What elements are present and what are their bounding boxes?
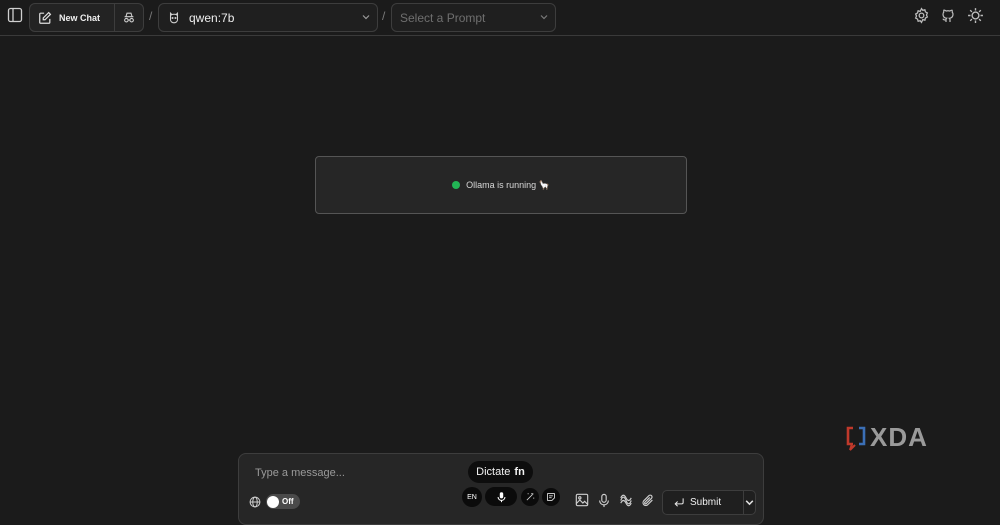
dictate-tooltip-key: fn — [514, 466, 525, 478]
paperclip-icon[interactable] — [641, 493, 655, 508]
web-search-toggle[interactable]: Off — [266, 494, 300, 509]
llama-icon — [169, 11, 179, 23]
dictate-tooltip: Dictate fn — [468, 461, 533, 483]
settings-cog-icon — [968, 8, 983, 23]
sidebar-icon — [7, 7, 23, 23]
submit-button[interactable]: Submit — [663, 491, 744, 514]
chevron-down-icon — [745, 500, 754, 506]
microphone-icon[interactable] — [597, 493, 611, 508]
dictation-language-button[interactable]: EN — [462, 487, 482, 507]
sidebar-toggle-button[interactable] — [6, 6, 24, 24]
incognito-icon — [124, 12, 134, 22]
dictate-tooltip-label: Dictate — [476, 466, 511, 478]
dictation-mic-button[interactable] — [485, 487, 517, 506]
edit-icon — [39, 11, 52, 24]
status-card: Ollama is running 🦙 — [315, 156, 687, 214]
dictation-language-label: EN — [467, 493, 477, 501]
magic-wand-icon — [526, 492, 535, 501]
github-icon — [942, 9, 954, 22]
github-button[interactable] — [940, 7, 956, 29]
top-bar: New Chat / qwen:7b / Select a Prompt — [0, 0, 1000, 36]
submit-label: Submit — [690, 497, 722, 508]
xda-watermark: XDA — [845, 422, 928, 453]
prompt-select[interactable]: Select a Prompt — [391, 3, 556, 32]
message-input[interactable] — [253, 464, 467, 482]
new-chat-label: New Chat — [59, 12, 101, 23]
new-chat-button[interactable]: New Chat — [30, 4, 115, 31]
model-select[interactable]: qwen:7b — [158, 3, 378, 32]
model-select-value: qwen:7b — [189, 10, 235, 25]
chevron-down-icon — [540, 15, 548, 20]
gear-icon — [914, 7, 929, 24]
toggle-knob — [267, 495, 279, 508]
prompt-select-placeholder: Select a Prompt — [400, 10, 486, 25]
waveform-icon[interactable] — [619, 493, 633, 508]
image-icon[interactable] — [575, 493, 589, 507]
globe-icon[interactable] — [249, 496, 261, 508]
gear-button[interactable] — [913, 7, 930, 29]
xda-logo-icon — [846, 426, 866, 451]
dictation-magic-button[interactable] — [521, 488, 539, 506]
toggle-label: Off — [282, 497, 294, 506]
settings-button[interactable] — [967, 7, 984, 29]
new-chat-group: New Chat — [29, 3, 144, 32]
microphone-icon — [497, 491, 505, 502]
status-indicator — [452, 181, 461, 189]
temporary-chat-button[interactable] — [115, 4, 143, 31]
breadcrumb-separator: / — [382, 9, 386, 23]
submit-group: Submit — [662, 490, 756, 515]
xda-watermark-text: XDA — [870, 422, 928, 452]
note-icon — [547, 493, 555, 501]
enter-icon — [674, 498, 684, 507]
dictation-notes-button[interactable] — [542, 488, 560, 506]
submit-options-button[interactable] — [744, 491, 755, 514]
chevron-down-icon — [362, 15, 370, 20]
status-text: Ollama is running 🦙 — [466, 179, 550, 190]
breadcrumb-separator: / — [149, 9, 153, 23]
